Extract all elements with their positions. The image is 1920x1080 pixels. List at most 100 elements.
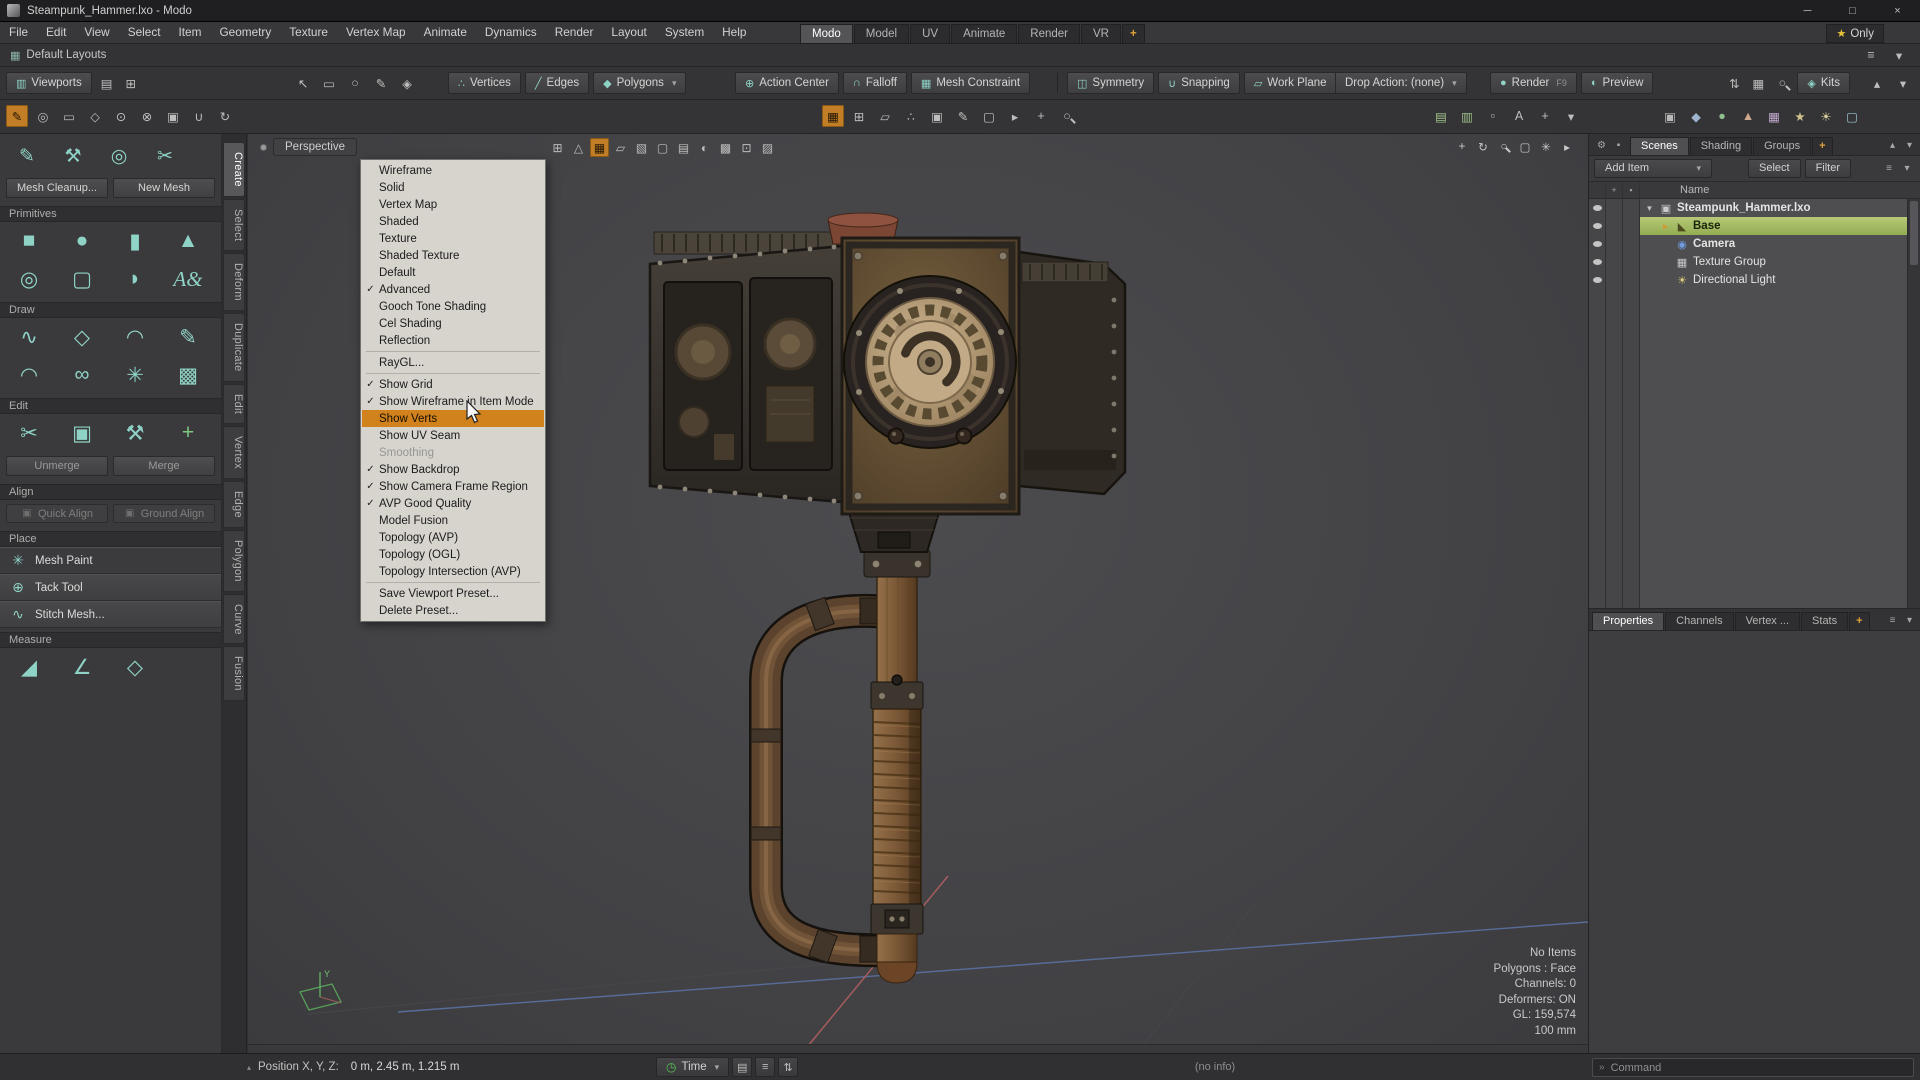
pen-tool-icon[interactable]: ✎ bbox=[8, 142, 46, 170]
panel-tab-scenes[interactable]: Scenes bbox=[1630, 137, 1689, 155]
dimension-measure-icon[interactable]: ◇ bbox=[110, 651, 160, 683]
select-cursor-icon[interactable]: ↖ bbox=[292, 72, 314, 94]
lock-toggle-cell[interactable] bbox=[1623, 253, 1640, 271]
zoom-tool-icon[interactable]: ○ bbox=[1056, 105, 1078, 127]
mesh-cleanup-button[interactable]: Mesh Cleanup... bbox=[6, 178, 108, 198]
menu-item-shaded-texture[interactable]: Shaded Texture bbox=[362, 247, 544, 264]
merge-button[interactable]: Merge bbox=[113, 456, 215, 476]
scale-tool-icon[interactable]: ⊙ bbox=[110, 105, 132, 127]
select-rectangle-icon[interactable]: ▭ bbox=[318, 72, 340, 94]
primitives-section-header[interactable]: Primitives bbox=[0, 206, 221, 222]
vp-shade-icon[interactable]: ◐ bbox=[695, 138, 714, 157]
menubar-help[interactable]: Help bbox=[713, 22, 755, 43]
toolbox-tab-duplicate[interactable]: Duplicate bbox=[223, 313, 245, 382]
plus-icon[interactable]: + bbox=[1534, 105, 1556, 127]
preset-light-icon[interactable]: ☀ bbox=[1815, 105, 1837, 127]
menubar-animate[interactable]: Animate bbox=[415, 22, 476, 43]
name-column-header[interactable]: Name bbox=[1640, 184, 1709, 196]
tree-row-steampunk-hammer-lxo[interactable]: ▼▣Steampunk_Hammer.lxo bbox=[1589, 199, 1920, 217]
list-mode-icon[interactable]: ≡ bbox=[1881, 161, 1897, 177]
draw-section-header[interactable]: Draw bbox=[0, 302, 221, 318]
select-lasso-icon[interactable]: ○ bbox=[344, 72, 366, 94]
angle-measure-icon[interactable]: ∠ bbox=[57, 651, 107, 683]
expander-icon[interactable]: ▼ bbox=[1644, 204, 1655, 213]
panel-tab-groups[interactable]: Groups bbox=[1753, 137, 1811, 155]
tack-tool[interactable]: ⊕ Tack Tool bbox=[0, 574, 221, 601]
vp-pan-icon[interactable]: + bbox=[1453, 138, 1471, 156]
vp-maximize-icon[interactable]: ▢ bbox=[1516, 138, 1534, 156]
menu-item-show-grid[interactable]: ✓Show Grid bbox=[362, 376, 544, 393]
capsule-primitive-icon[interactable]: ▢ bbox=[57, 263, 107, 295]
menubar-dynamics[interactable]: Dynamics bbox=[476, 22, 546, 43]
vertices-mode-button[interactable]: ∴ Vertices bbox=[448, 72, 521, 94]
render-toggle-cell[interactable] bbox=[1606, 253, 1623, 271]
grid-snap-icon[interactable]: ⊞ bbox=[848, 105, 870, 127]
properties-tab-properties[interactable]: Properties bbox=[1592, 612, 1664, 630]
disc-primitive-icon[interactable]: ◗ bbox=[110, 263, 160, 295]
select-button[interactable]: Select bbox=[1748, 159, 1801, 178]
menu-item-reflection[interactable]: Reflection bbox=[362, 332, 544, 349]
menu-item-save-viewport-preset[interactable]: Save Viewport Preset... bbox=[362, 585, 544, 602]
props-list-icon[interactable]: ≡ bbox=[1885, 613, 1900, 628]
gear-icon[interactable]: ⚙ bbox=[1594, 138, 1609, 153]
visibility-eye-cell[interactable] bbox=[1589, 271, 1606, 289]
layout-tab-modo[interactable]: Modo bbox=[800, 24, 853, 44]
menubar-file[interactable]: File bbox=[0, 22, 37, 43]
preset-cube-icon[interactable]: ▣ bbox=[1659, 105, 1681, 127]
falloff-tool-icon[interactable]: ⊗ bbox=[136, 105, 158, 127]
snapping-button[interactable]: ∪ Snapping bbox=[1158, 72, 1240, 94]
vp-action-center-icon[interactable]: ▦ bbox=[590, 138, 609, 157]
properties-tab-vertex[interactable]: Vertex ... bbox=[1735, 612, 1800, 630]
text-primitive-icon[interactable]: A& bbox=[163, 263, 213, 295]
bspline-draw-icon[interactable]: ∞ bbox=[57, 359, 107, 391]
sphere-primitive-icon[interactable]: ● bbox=[57, 225, 107, 257]
menu-item-avp-good-quality[interactable]: ✓AVP Good Quality bbox=[362, 495, 544, 512]
plane-align-icon[interactable]: ▱ bbox=[874, 105, 896, 127]
visibility-eye-cell[interactable] bbox=[1589, 235, 1606, 253]
menu-item-show-wireframe-in-item-mode[interactable]: ✓Show Wireframe in Item Mode bbox=[362, 393, 544, 410]
menu-item-topology-avp[interactable]: Topology (AVP) bbox=[362, 529, 544, 546]
menubar-edit[interactable]: Edit bbox=[37, 22, 75, 43]
toolbox-tab-select[interactable]: Select bbox=[223, 199, 245, 251]
vp-plane-icon[interactable]: ▱ bbox=[611, 138, 630, 157]
grid-view-icon[interactable]: ▦ bbox=[1747, 72, 1769, 94]
panel-tab-shading[interactable]: Shading bbox=[1690, 137, 1752, 155]
transform-tool-icon[interactable]: ✎ bbox=[6, 105, 28, 127]
preset-camera-icon[interactable]: ▢ bbox=[1841, 105, 1863, 127]
quick-align-button[interactable]: ▣ Quick Align bbox=[6, 504, 108, 523]
layout-tab-animate[interactable]: Animate bbox=[951, 24, 1017, 44]
layout-tab-add[interactable]: + bbox=[1122, 24, 1145, 44]
unmerge-button[interactable]: Unmerge bbox=[6, 456, 108, 476]
toolbox-tab-edge[interactable]: Edge bbox=[223, 481, 245, 528]
render-toggle-cell[interactable] bbox=[1606, 217, 1623, 235]
vp-overlay-icon[interactable]: ▨ bbox=[758, 138, 777, 157]
only-button[interactable]: ★ Only bbox=[1826, 24, 1884, 43]
layout-tab-model[interactable]: Model bbox=[854, 24, 909, 44]
ruler-measure-icon[interactable]: ◢ bbox=[4, 651, 54, 683]
workplane-toggle-icon[interactable]: ▦ bbox=[822, 105, 844, 127]
pen-edit-icon[interactable]: ✎ bbox=[952, 105, 974, 127]
vp-expand-icon[interactable]: ▸ bbox=[1558, 138, 1576, 156]
lock-toggle-cell[interactable] bbox=[1623, 217, 1640, 235]
edges-mode-button[interactable]: ╱ Edges bbox=[525, 72, 589, 94]
vp-film-icon[interactable]: ▤ bbox=[674, 138, 693, 157]
menu-item-topology-ogl[interactable]: Topology (OGL) bbox=[362, 546, 544, 563]
stitch-mesh-tool[interactable]: ∿ Stitch Mesh... bbox=[0, 601, 221, 628]
menubar-item[interactable]: Item bbox=[170, 22, 211, 43]
vp-texture-icon[interactable]: ▩ bbox=[716, 138, 735, 157]
search-icon[interactable]: ○ bbox=[1771, 72, 1793, 94]
toolbox-tab-fusion[interactable]: Fusion bbox=[223, 646, 245, 701]
falloff-button[interactable]: ∩ Falloff bbox=[843, 72, 907, 94]
vp-axis-icon[interactable]: △ bbox=[569, 138, 588, 157]
edge-snap-icon[interactable]: ▣ bbox=[926, 105, 948, 127]
tree-item-steampunk-hammer-lxo[interactable]: ▼▣Steampunk_Hammer.lxo bbox=[1640, 199, 1920, 217]
time-dropdown[interactable]: ◷ Time ▾ bbox=[656, 1057, 729, 1077]
menu-item-wireframe[interactable]: Wireframe bbox=[362, 162, 544, 179]
close-button[interactable]: × bbox=[1875, 0, 1920, 21]
render-toggle-cell[interactable] bbox=[1606, 271, 1623, 289]
vp-wireframe-icon[interactable]: ⊡ bbox=[737, 138, 756, 157]
render-toggle-cell[interactable] bbox=[1606, 199, 1623, 217]
move-tool-icon[interactable]: ◎ bbox=[32, 105, 54, 127]
track-list-icon[interactable]: ≡ bbox=[755, 1057, 775, 1077]
menu-item-cel-shading[interactable]: Cel Shading bbox=[362, 315, 544, 332]
